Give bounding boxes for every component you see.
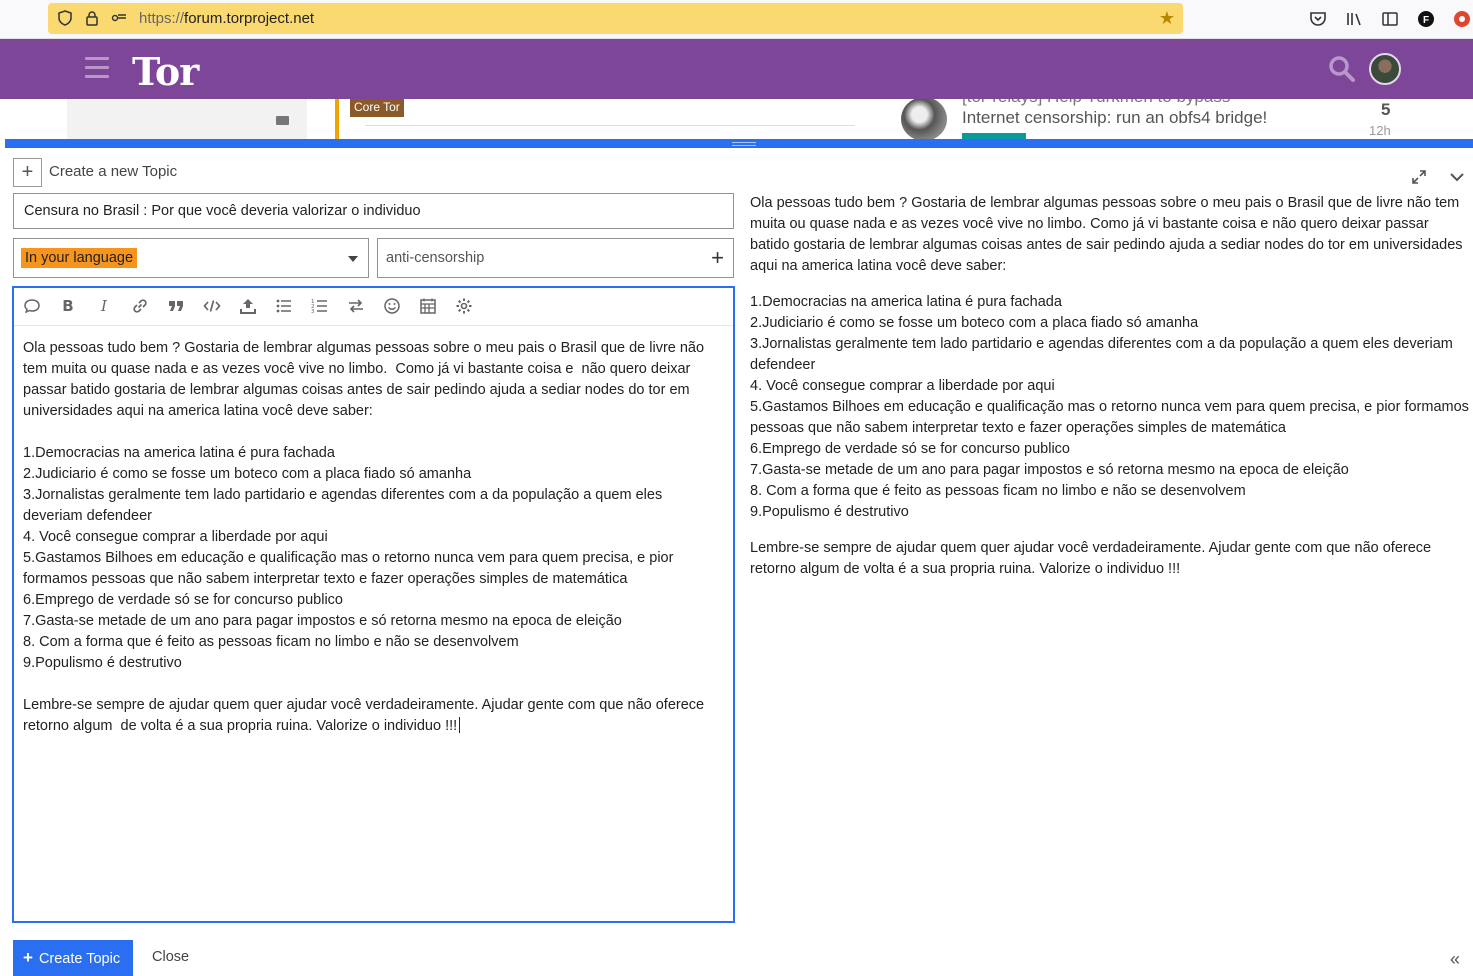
create-topic-label: Create Topic bbox=[38, 951, 121, 967]
bookmark-star-icon[interactable]: ★ bbox=[1159, 8, 1175, 29]
composer-resize-grip[interactable] bbox=[732, 142, 756, 146]
svg-text:F: F bbox=[1423, 15, 1429, 26]
tag-chooser[interactable]: anti-censorship + bbox=[377, 238, 734, 278]
lock-icon[interactable] bbox=[84, 10, 100, 26]
caret-down-icon bbox=[348, 256, 358, 262]
sidebar-icon[interactable] bbox=[1381, 10, 1399, 28]
calendar-icon[interactable] bbox=[419, 297, 437, 315]
upload-icon[interactable] bbox=[239, 297, 257, 315]
divider bbox=[365, 125, 855, 126]
composer-action-title[interactable]: Create a new Topic bbox=[49, 163, 177, 180]
close-composer-link[interactable]: Close bbox=[152, 949, 189, 965]
bullet-list-icon[interactable] bbox=[275, 297, 293, 315]
blockquote-icon[interactable] bbox=[167, 297, 185, 315]
toggle-direction-icon[interactable] bbox=[347, 297, 365, 315]
library-icon[interactable] bbox=[1345, 10, 1363, 28]
editor-toolbar: B I 123 bbox=[14, 288, 733, 326]
preview-list: 1.Democracias na america latina é pura f… bbox=[750, 294, 1469, 520]
browser-toolbar: https://forum.torproject.net ★ F bbox=[0, 0, 1473, 39]
url-bar[interactable]: https://forum.torproject.net ★ bbox=[48, 3, 1183, 34]
code-icon[interactable] bbox=[203, 297, 221, 315]
hamburger-menu-icon[interactable] bbox=[85, 57, 109, 79]
category-selected-label: In your language bbox=[21, 248, 138, 268]
text-cursor bbox=[459, 717, 461, 733]
topic-avatar[interactable] bbox=[901, 99, 947, 139]
editor-area: B I 123 Ola pessoas tudo bem ? Gostaria … bbox=[12, 286, 735, 923]
bold-icon[interactable]: B bbox=[59, 297, 77, 315]
activity-time: 12h bbox=[1369, 123, 1391, 138]
link-icon[interactable] bbox=[131, 297, 149, 315]
chevron-down-icon[interactable] bbox=[1449, 169, 1465, 185]
sidebar-background bbox=[67, 99, 307, 139]
plus-icon: + bbox=[23, 948, 33, 967]
quote-bubble-icon[interactable] bbox=[23, 297, 41, 315]
composer-panel: + Create a new Topic In your language an… bbox=[5, 139, 1473, 976]
extension-icon[interactable] bbox=[1453, 10, 1471, 28]
keyboard-icon bbox=[276, 116, 289, 125]
url-text: https://forum.torproject.net bbox=[139, 10, 315, 27]
editor-textarea[interactable]: Ola pessoas tudo bem ? Gostaria de lembr… bbox=[23, 338, 723, 737]
gear-icon[interactable] bbox=[455, 297, 473, 315]
markdown-preview: Ola pessoas tudo bem ? Gostaria de lembr… bbox=[750, 193, 1470, 595]
fullscreen-expand-icon[interactable] bbox=[1411, 169, 1427, 185]
account-icon[interactable]: F bbox=[1417, 10, 1435, 28]
svg-text:3: 3 bbox=[311, 309, 315, 315]
topic-title-input[interactable] bbox=[13, 193, 734, 229]
pocket-icon[interactable] bbox=[1309, 10, 1327, 28]
permissions-icon[interactable] bbox=[111, 10, 127, 26]
tag-value: anti-censorship bbox=[386, 250, 485, 266]
toggle-preview-double-chevron-icon[interactable]: « bbox=[1450, 949, 1460, 970]
editor-body: Ola pessoas tudo bem ? Gostaria de lembr… bbox=[23, 340, 705, 734]
plus-icon[interactable]: + bbox=[13, 158, 42, 187]
search-icon[interactable] bbox=[1328, 55, 1356, 83]
create-topic-button[interactable]: + Create Topic bbox=[13, 940, 133, 976]
user-avatar[interactable] bbox=[1369, 53, 1401, 85]
site-header: Tor bbox=[0, 39, 1473, 99]
shield-icon[interactable] bbox=[57, 10, 73, 26]
topic-title-fragment[interactable]: [tor-relays] Help Turkmen to bypass bbox=[962, 99, 1230, 107]
category-color-bar bbox=[335, 99, 339, 139]
preview-intro: Ola pessoas tudo bem ? Gostaria de lembr… bbox=[750, 195, 1463, 274]
numbered-list-icon[interactable]: 123 bbox=[311, 297, 329, 315]
italic-icon[interactable]: I bbox=[95, 297, 113, 315]
category-select[interactable]: In your language bbox=[13, 238, 369, 278]
topic-title[interactable]: Internet censorship: run an obfs4 bridge… bbox=[962, 108, 1267, 128]
tor-logo[interactable]: Tor bbox=[132, 49, 199, 94]
background-topic-list: Core Tor [tor-relays] Help Turkmen to by… bbox=[0, 99, 1473, 139]
reply-count: 5 bbox=[1381, 100, 1391, 119]
preview-outro: Lembre-se sempre de ajudar quem quer aju… bbox=[750, 540, 1432, 577]
emoji-icon[interactable] bbox=[383, 297, 401, 315]
add-tag-plus-icon[interactable]: + bbox=[711, 245, 724, 271]
category-badge[interactable]: Core Tor bbox=[350, 99, 404, 117]
